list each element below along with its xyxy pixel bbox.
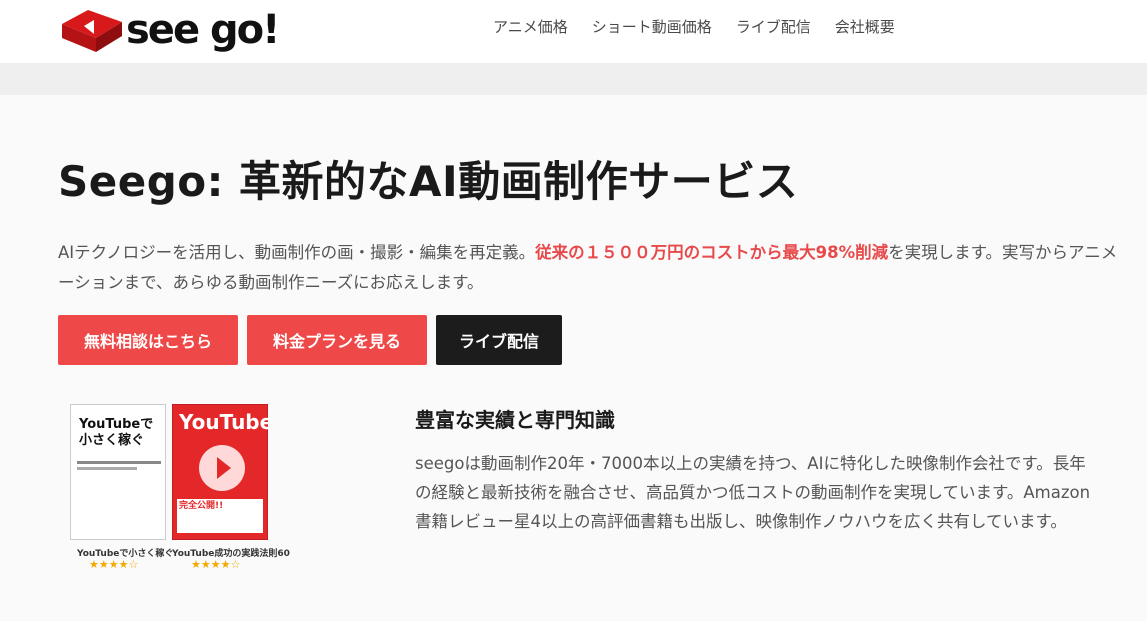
- star-rating-icon: ★★★★☆: [89, 558, 139, 571]
- hero-description: AIテクノロジーを活用し、動画制作の画・撮影・編集を再定義。従来の１５００万円の…: [58, 238, 1118, 298]
- main-nav: アニメ価格 ショート動画価格 ライブ配信 会社概要: [493, 16, 895, 37]
- book-cover-subtitle-line: [77, 467, 137, 470]
- play-icon: [199, 445, 245, 491]
- book-cover-youtube-small-earnings[interactable]: YouTubeで小さく稼ぐ: [70, 404, 166, 540]
- book-cover-title: YouTube: [179, 410, 274, 434]
- logo-cube-icon: [62, 10, 122, 52]
- book-cover-title: YouTubeで小さく稼ぐ: [79, 417, 154, 448]
- hero-title: Seego: 革新的なAI動画制作サービス: [58, 157, 799, 206]
- free-consultation-button[interactable]: 無料相談はこちら: [58, 315, 238, 365]
- experience-title: 豊富な実績と専門知識: [415, 408, 615, 432]
- live-stream-button[interactable]: ライブ配信: [436, 315, 562, 365]
- nav-item-company[interactable]: 会社概要: [835, 16, 895, 37]
- experience-description: seegoは動画制作20年・7000本以上の実績を持つ、AIに特化した映像制作会…: [415, 454, 1091, 531]
- nav-item-live-stream[interactable]: ライブ配信: [736, 16, 811, 37]
- nav-item-short-video-price[interactable]: ショート動画価格: [592, 16, 712, 37]
- nav-item-anime-price[interactable]: アニメ価格: [493, 16, 568, 37]
- site-logo[interactable]: see go!: [58, 5, 298, 55]
- book-cover-band: 完全公開!!: [177, 499, 263, 533]
- logo-text: see go!: [126, 7, 280, 53]
- book-cover-subtitle-line: [77, 461, 161, 464]
- site-header: see go! アニメ価格 ショート動画価格 ライブ配信 会社概要: [0, 0, 1147, 63]
- header-divider-band: [0, 63, 1147, 95]
- hero-desc-highlight: 従来の１５００万円のコストから最大98%削減: [535, 243, 889, 262]
- hero-desc-prefix: AIテクノロジーを活用し、動画制作の画・撮影・編集を再定義。: [58, 243, 536, 262]
- star-rating-icon: ★★★★☆: [191, 558, 241, 571]
- book-cover-youtube-success-rules[interactable]: YouTube 完全公開!!: [172, 404, 273, 540]
- view-pricing-button[interactable]: 料金プランを見る: [247, 315, 427, 365]
